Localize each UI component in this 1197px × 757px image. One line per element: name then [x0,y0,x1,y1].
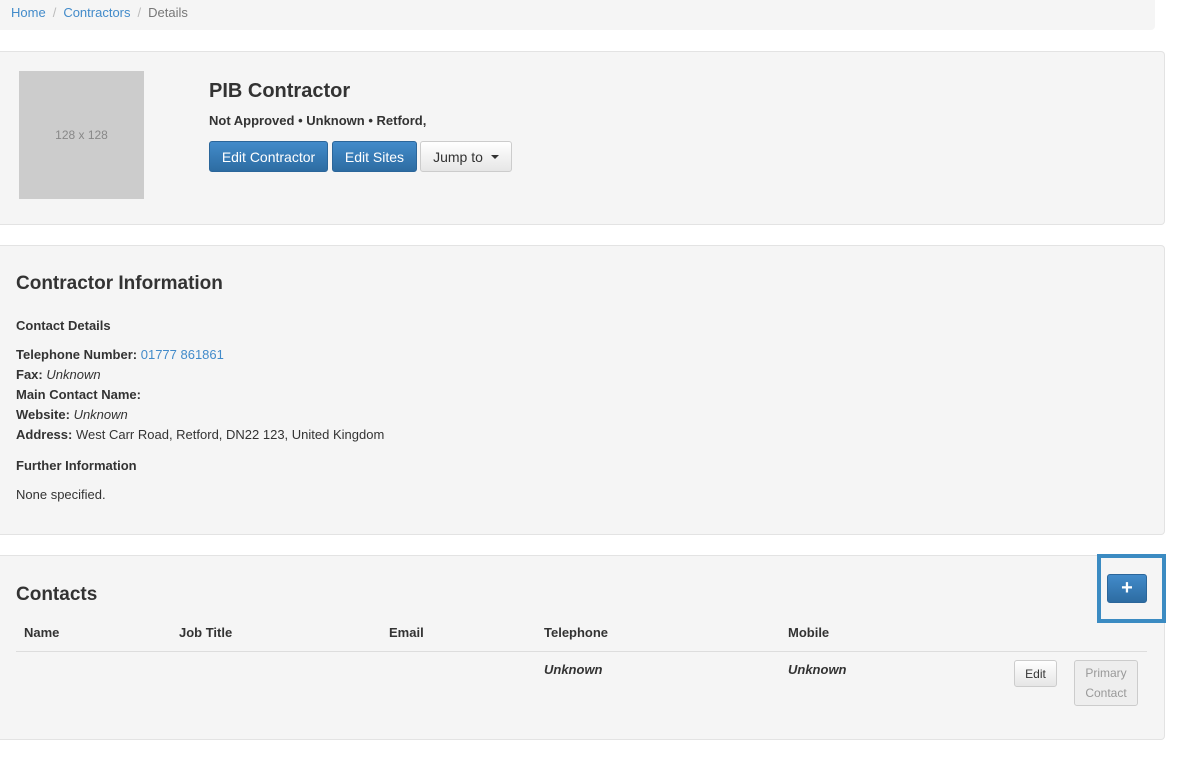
primary-contact-button[interactable]: Primary Contact [1074,660,1138,706]
thumbnail-placeholder-text: 128 x 128 [55,128,108,142]
address-row: Address: West Carr Road, Retford, DN22 1… [16,425,384,445]
add-contact-button[interactable]: + [1107,574,1147,603]
contractor-header-panel: 128 x 128 PIB Contractor Not Approved • … [0,51,1165,225]
fax-value: Unknown [46,367,101,382]
breadcrumb: Home / Contractors / Details [0,0,1155,30]
column-header-name: Name [24,625,60,640]
add-contact-highlight: + [1097,554,1166,623]
contractor-information-panel: Contractor Information Contact Details T… [0,245,1165,535]
column-header-mobile: Mobile [788,625,830,640]
contractor-thumbnail: 128 x 128 [19,71,144,199]
contacts-panel: Contacts + Name Job Title Email Telephon… [0,554,1166,740]
telephone-label: Telephone Number: [16,347,138,362]
caret-down-icon [490,154,499,159]
edit-contact-button[interactable]: Edit [1014,660,1057,687]
address-label: Address: [16,427,73,442]
breadcrumb-separator: / [52,5,57,20]
page-title: PIB Contractor [209,80,351,102]
table-divider [16,651,1147,652]
fax-label: Fax: [16,367,43,382]
contacts-heading: Contacts [16,584,98,605]
edit-sites-button[interactable]: Edit Sites [332,141,417,172]
jump-to-dropdown[interactable]: Jump to [420,141,512,172]
address-value: West Carr Road, Retford, DN22 123, Unite… [75,427,385,442]
main-contact-row: Main Contact Name: [16,385,384,405]
further-information-value: None specified. [16,487,106,502]
main-contact-label: Main Contact Name: [16,387,141,402]
website-value: Unknown [73,407,128,422]
column-header-telephone: Telephone [544,625,609,640]
edit-contractor-button[interactable]: Edit Contractor [209,141,328,172]
cell-telephone: Unknown [544,662,603,677]
fax-row: Fax: Unknown [16,365,384,385]
contact-details-list: Telephone Number: 01777 861861 Fax: Unkn… [16,345,384,445]
cell-mobile: Unknown [788,662,847,677]
website-label: Website: [16,407,70,422]
contractor-status-line: Not Approved • Unknown • Retford, [209,113,427,128]
contact-details-heading: Contact Details [16,318,111,333]
column-header-email: Email [389,625,424,640]
contractor-information-heading: Contractor Information [16,273,223,294]
jump-to-label: Jump to [433,148,483,165]
further-information-heading: Further Information [16,458,137,473]
telephone-link[interactable]: 01777 861861 [141,347,224,362]
telephone-row: Telephone Number: 01777 861861 [16,345,384,365]
website-row: Website: Unknown [16,405,384,425]
breadcrumb-separator: / [137,5,142,20]
breadcrumb-home-link[interactable]: Home [11,5,46,20]
column-header-job-title: Job Title [179,625,233,640]
breadcrumb-current: Details [148,5,188,20]
breadcrumb-contractors-link[interactable]: Contractors [63,5,130,20]
